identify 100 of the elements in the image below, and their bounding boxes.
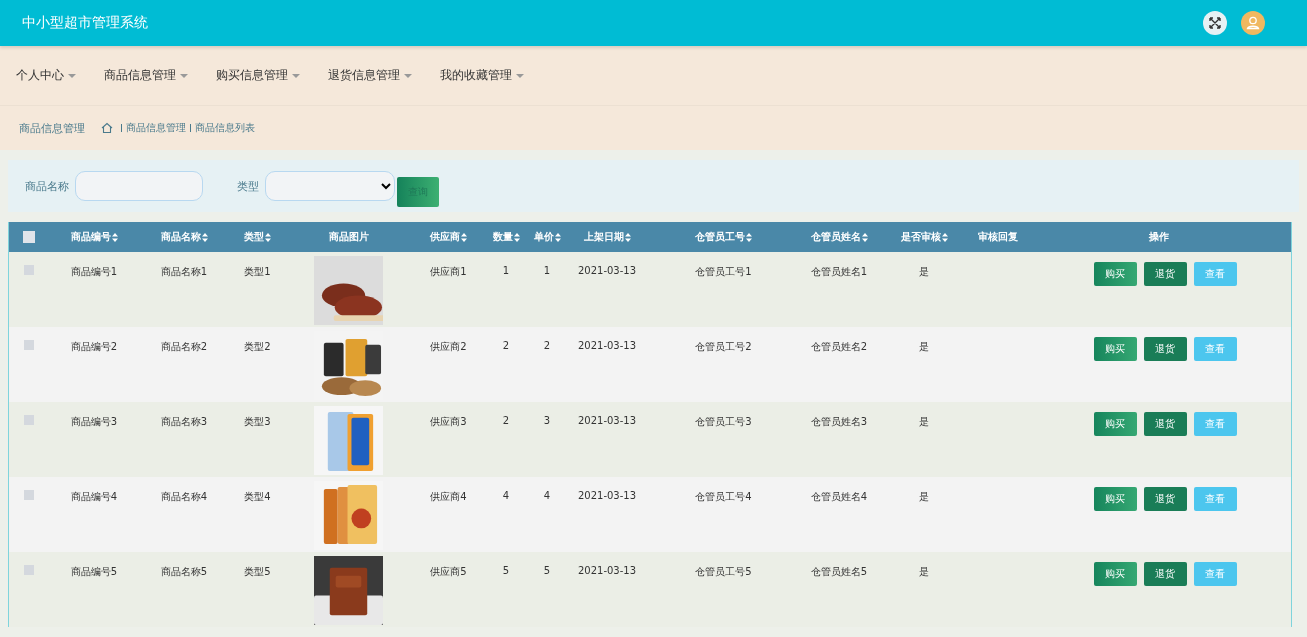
name-input-field[interactable] (75, 171, 203, 201)
column-header[interactable]: 审核回复 (978, 230, 1018, 244)
sort-icon[interactable] (111, 232, 118, 242)
table-cell: 类型3 (244, 415, 271, 429)
table-cell: 类型4 (244, 490, 271, 504)
table-cell: 商品名称4 (160, 490, 208, 504)
return-button[interactable]: 退货 (1143, 562, 1187, 586)
table-cell: 供应商1 (430, 265, 467, 279)
column-header[interactable]: 操作 (1149, 230, 1169, 244)
table-cell: 2 (502, 340, 510, 351)
return-button[interactable]: 退货 (1143, 412, 1187, 436)
sort-icon[interactable] (513, 232, 520, 242)
table-cell: 商品编号1 (70, 265, 118, 279)
view-button[interactable]: 查看 (1193, 562, 1237, 586)
home-icon[interactable] (101, 122, 113, 134)
page-title: 商品信息管理 (19, 120, 85, 136)
column-header[interactable]: 仓管员姓名 (810, 230, 861, 244)
column-header[interactable]: 类型 (244, 230, 264, 244)
table-cell: 1 (543, 265, 551, 276)
sort-icon[interactable] (861, 232, 868, 242)
user-avatar-icon[interactable] (1241, 11, 1265, 35)
table-cell: 2 (502, 415, 510, 426)
table-cell: 商品名称1 (160, 265, 208, 279)
table-cell: 商品名称2 (160, 340, 208, 354)
table-cell: 是 (919, 415, 929, 429)
row-checkbox[interactable] (24, 340, 34, 350)
table-cell: 5 (502, 565, 510, 576)
table-cell: 仓管员姓名3 (810, 415, 868, 429)
row-checkbox[interactable] (24, 490, 34, 500)
table-cell: 仓管员工号1 (695, 265, 752, 279)
table-cell: 供应商2 (430, 340, 467, 354)
column-header[interactable]: 数量 (492, 230, 513, 244)
nav-menu-item[interactable]: 退货信息管理 (328, 67, 412, 84)
table-cell: 商品编号3 (70, 415, 118, 429)
table-cell: 商品编号2 (70, 340, 118, 354)
table-cell: 商品编号4 (70, 490, 118, 504)
nav-menu-item[interactable]: 商品信息管理 (104, 67, 188, 84)
column-header[interactable]: 商品名称 (160, 230, 201, 244)
table-cell: 2021-03-13 (577, 490, 637, 501)
sort-icon[interactable] (201, 232, 208, 242)
buy-button[interactable]: 购买 (1093, 412, 1137, 436)
buy-button[interactable]: 购买 (1093, 337, 1137, 361)
table-cell: 仓管员姓名5 (810, 565, 868, 579)
table-cell: 2021-03-13 (577, 415, 637, 426)
table-cell: 4 (543, 490, 551, 501)
select-all-checkbox[interactable] (23, 231, 35, 243)
return-button[interactable]: 退货 (1143, 487, 1187, 511)
table-cell: 供应商3 (430, 415, 467, 429)
table-cell: 仓管员工号2 (695, 340, 752, 354)
sort-icon[interactable] (265, 232, 271, 242)
table-cell: 供应商4 (430, 490, 467, 504)
buy-button[interactable]: 购买 (1093, 487, 1137, 511)
sort-icon[interactable] (461, 232, 467, 242)
table-cell: 是 (919, 265, 929, 279)
table-cell: 仓管员姓名4 (810, 490, 868, 504)
view-button[interactable]: 查看 (1193, 337, 1237, 361)
table-cell: 仓管员姓名1 (810, 265, 868, 279)
table-cell: 是 (919, 565, 929, 579)
nav-menu-item[interactable]: 个人中心 (16, 67, 76, 84)
view-button[interactable]: 查看 (1193, 412, 1237, 436)
view-button[interactable]: 查看 (1193, 262, 1237, 286)
sort-icon[interactable] (624, 232, 631, 242)
table-cell: 仓管员工号5 (695, 565, 752, 579)
return-button[interactable]: 退货 (1143, 262, 1187, 286)
table-cell: 仓管员工号4 (695, 490, 752, 504)
column-header[interactable]: 商品编号 (70, 230, 111, 244)
table-cell: 是 (919, 340, 929, 354)
table-cell: 2 (543, 340, 551, 351)
sort-icon[interactable] (746, 232, 752, 242)
table-cell: 类型1 (244, 265, 271, 279)
table-cell: 5 (543, 565, 551, 576)
buy-button[interactable]: 购买 (1093, 562, 1137, 586)
nav-menu-item[interactable]: 我的收藏管理 (440, 67, 524, 84)
return-button[interactable]: 退货 (1143, 337, 1187, 361)
column-header[interactable]: 是否审核 (900, 230, 941, 244)
table-cell: 4 (502, 490, 510, 501)
column-header[interactable]: 商品图片 (328, 230, 369, 244)
fullscreen-icon[interactable] (1203, 11, 1227, 35)
breadcrumb-link[interactable]: 商品信息列表 (195, 121, 255, 135)
table-cell: 商品编号5 (70, 565, 118, 579)
table-cell: 是 (919, 490, 929, 504)
table-cell: 2021-03-13 (577, 265, 637, 276)
column-header[interactable]: 仓管员工号 (695, 230, 745, 244)
table-cell: 1 (502, 265, 510, 276)
app-title: 中小型超市管理系统 (22, 14, 148, 32)
column-header[interactable]: 单价 (533, 230, 554, 244)
sort-icon[interactable] (941, 232, 948, 242)
view-button[interactable]: 查看 (1193, 487, 1237, 511)
column-header[interactable]: 供应商 (430, 230, 460, 244)
table-cell: 2021-03-13 (577, 340, 637, 351)
column-header[interactable]: 上架日期 (583, 230, 624, 244)
nav-menu-item[interactable]: 购买信息管理 (216, 67, 300, 84)
table-cell: 类型5 (244, 565, 271, 579)
field-label: 商品名称 (25, 178, 69, 194)
table-cell: 供应商5 (430, 565, 467, 579)
buy-button[interactable]: 购买 (1093, 262, 1137, 286)
breadcrumb-link[interactable]: 商品信息管理 (126, 121, 186, 135)
sort-icon[interactable] (554, 232, 561, 242)
table-cell: 商品名称3 (160, 415, 208, 429)
table-cell: 仓管员姓名2 (810, 340, 868, 354)
